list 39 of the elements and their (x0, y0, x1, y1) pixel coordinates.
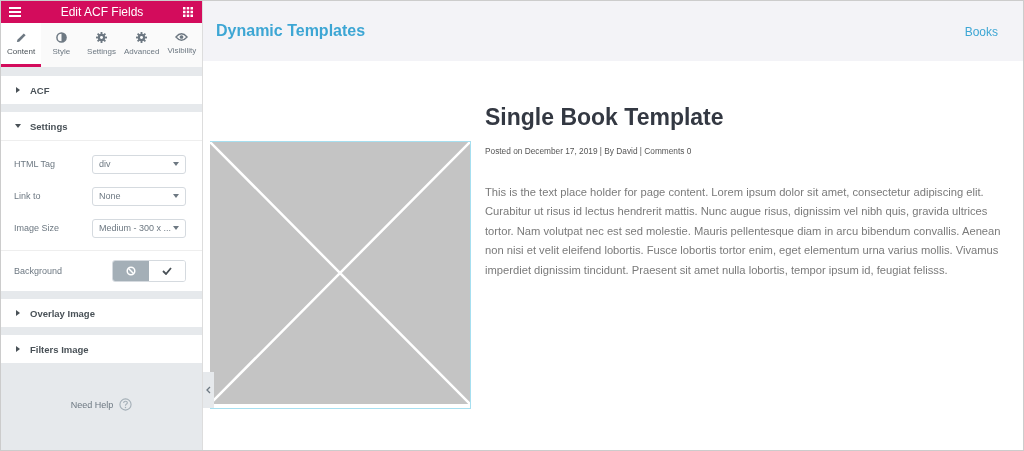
help-icon[interactable] (119, 398, 133, 411)
caret-icon (173, 226, 179, 230)
chevron-left-icon (206, 386, 211, 394)
control-label: Link to (14, 191, 41, 201)
caret-icon (173, 162, 179, 166)
grid-icon[interactable] (183, 7, 193, 17)
control-label: HTML Tag (14, 159, 55, 169)
caret-icon (15, 310, 21, 316)
caret-icon (173, 194, 179, 198)
eye-icon (175, 32, 189, 42)
control-label: Image Size (14, 223, 60, 233)
gear-icon (136, 31, 148, 43)
nav-link[interactable]: Books (964, 25, 998, 39)
select-field[interactable]: None (92, 186, 186, 206)
pencil-icon (15, 31, 27, 43)
select-field[interactable]: div (92, 154, 186, 174)
panel-tab[interactable]: Style (41, 23, 82, 67)
site-title[interactable]: Dynamic Templates (216, 22, 366, 40)
menu-icon[interactable] (9, 7, 21, 17)
panel-tab[interactable]: Visibility (161, 23, 202, 67)
collapse-panel-button[interactable] (203, 372, 214, 408)
help-link[interactable]: Need Help (70, 399, 114, 410)
select-field[interactable]: Medium - 300 x ... (92, 218, 186, 238)
contrast-icon (55, 31, 67, 43)
panel-tab[interactable]: Settings (81, 23, 122, 67)
post-body: This is the text place holder for page content. Lorem ipsum dolor sit amet, consectetur adipiscing elit. Curabitur ut risus id lectus hendrerit mattis. Nunc augue risus, dignissim vel nibh quis, gravida ultrices tortor. Nam volutpat nec est sed molestie. Mauris pellentesque diam in arcu bibendum convallis. Aenean non nisi et velit eleifend lobortis. Fusce lobortis tortor enim, eget elementum urna varius mollis. Vivamus imperdiet dignissim tincidunt. Praesent sit amet nulla lobortis, tempor ipsum id, feugiat felisss. (485, 185, 1002, 278)
caret-icon (15, 87, 21, 93)
panel-title: Edit ACF Fields (60, 5, 144, 19)
post-title: Single Book Template (485, 104, 725, 131)
caret-icon (15, 123, 21, 129)
gear-icon (96, 31, 107, 43)
post-meta: Posted on December 17, 2019 | By David | Comments 0 (485, 146, 693, 156)
check-icon (162, 267, 172, 275)
caret-icon (15, 346, 21, 352)
segmented-control[interactable] (112, 260, 186, 282)
ban-icon (126, 266, 136, 276)
toggle-option[interactable] (113, 261, 149, 281)
panel-tab[interactable]: Advanced (121, 23, 162, 67)
control-label: Background (14, 266, 63, 276)
